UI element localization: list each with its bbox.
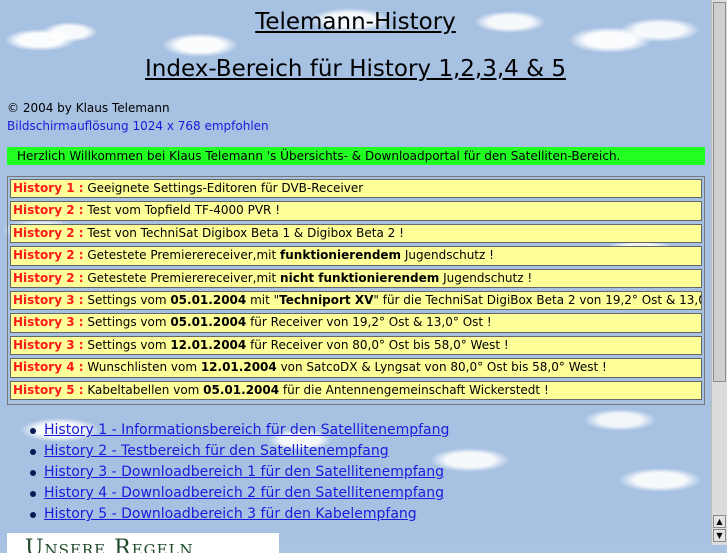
entry-text: Test vom Topfield TF-4000 PVR ! [83,203,281,218]
table-row: History 1 : Geeignete Settings-Editoren … [10,179,702,199]
highlight-text: 12.01.2004 [170,337,247,352]
entry-text: für die Antennengemeinschaft Wickerstedt… [279,382,549,397]
table-row: History 3 : Settings vom 05.01.2004 für … [10,313,702,333]
entry-text: Settings vom [83,292,171,307]
history-label: History 3 : [13,292,84,307]
table-row: History 2 : Test von TechniSat Digibox B… [10,223,702,244]
history-2-link[interactable]: History 2 - Testbereich für den Satellit… [44,443,389,459]
entry-text: Getestete Premierereceiver,mit [83,248,281,263]
history-label: History 5 : [13,382,84,397]
copyright-text: © 2004 by Klaus Telemann [7,101,170,115]
history-label: History 3 : [13,315,84,330]
history-5-link[interactable]: History 5 - Downloadbereich 3 für den Ka… [44,506,417,522]
entry-text: für Receiver von 80,0° Ost bis 58,0° Wes… [246,337,509,352]
history-label: History 4 : [13,360,84,375]
entry-text: Wunschlisten vom [83,360,201,375]
table-row: History 5 : Kabeltabellen vom 05.01.2004… [10,380,702,400]
entry-text: mit " [246,292,280,307]
entry-text: Jugendschutz ! [401,248,494,263]
table-row: History 2 : Getestete Premierereceiver,m… [10,268,702,288]
highlight-text: 05.01.2004 [203,382,280,397]
list-item: History 2 - Testbereich für den Satellit… [29,441,449,462]
history-1-link[interactable]: History 1 - Informationsbereich für den … [44,422,449,438]
highlight-text: 05.01.2004 [170,292,247,307]
highlight-text: 05.01.2004 [170,315,247,330]
list-item: History 3 - Downloadbereich 1 für den Sa… [29,462,449,483]
entry-text: Geeignete Settings-Editoren für DVB-Rece… [83,181,364,195]
history-label: History 1 : [13,181,84,195]
highlight-text: Techniport XV [279,292,374,307]
highlight-text: funktionierendem [280,248,402,263]
history-entries-table: History 1 : Geeignete Settings-Editoren … [7,176,705,405]
highlight-text: 12.01.2004 [200,360,277,375]
table-row: History 3 : Settings vom 12.01.2004 für … [10,335,702,356]
table-row: History 2 : Getestete Premierereceiver,m… [10,246,702,266]
list-item: History 4 - Downloadbereich 2 für den Sa… [29,483,449,504]
entry-text: Settings vom [83,337,171,352]
list-item: History 1 - Informationsbereich für den … [29,420,449,441]
entry-text: Test von TechniSat Digibox Beta 1 & Digi… [83,225,404,240]
page-title: Telemann-History [255,9,456,35]
scroll-up-button[interactable]: ▲ [713,515,726,528]
highlight-text: nicht funktionierendem [280,270,440,285]
table-row: History 3 : Settings vom 05.01.2004 mit … [10,290,702,311]
entry-text: Kabeltabellen vom [83,382,204,397]
entry-text: Getestete Premierereceiver,mit [83,270,281,285]
history-4-link[interactable]: History 4 - Downloadbereich 2 für den Sa… [44,485,444,501]
entry-text: Jugendschutz ! [439,270,533,285]
page-subtitle: Index-Bereich für History 1,2,3,4 & 5 [145,56,566,82]
vertical-scrollbar[interactable]: ▲ ▼ [711,0,727,545]
resolution-hint: Bildschirmauflösung 1024 x 768 empfohlen [7,119,269,133]
table-row: History 2 : Test vom Topfield TF-4000 PV… [10,201,702,221]
history-label: History 2 : [13,203,84,218]
history-label: History 2 : [13,248,84,263]
history-label: History 2 : [13,225,84,240]
entry-text: von SatcoDX & Lyngsat von 80,0° Ost bis … [276,360,607,375]
history-3-link[interactable]: History 3 - Downloadbereich 1 für den Sa… [44,464,444,480]
history-links-list: History 1 - Informationsbereich für den … [0,420,449,525]
entry-text: Settings vom [83,315,171,330]
history-label: History 3 : [13,337,84,352]
scroll-down-button[interactable]: ▼ [713,529,726,542]
entry-text: für Receiver von 19,2° Ost & 13,0° Ost ! [246,315,492,330]
list-item: History 5 - Downloadbereich 3 für den Ka… [29,504,449,525]
rules-banner[interactable]: Unsere Regeln [7,533,279,553]
entry-text: " für die TechniSat DigiBox Beta 2 von 1… [373,292,701,307]
table-row: History 4 : Wunschlisten vom 12.01.2004 … [10,358,702,378]
welcome-banner: Herzlich Willkommen bei Klaus Telemann '… [7,147,705,165]
scrollbar-thumb[interactable] [713,2,726,382]
history-label: History 2 : [13,270,84,285]
